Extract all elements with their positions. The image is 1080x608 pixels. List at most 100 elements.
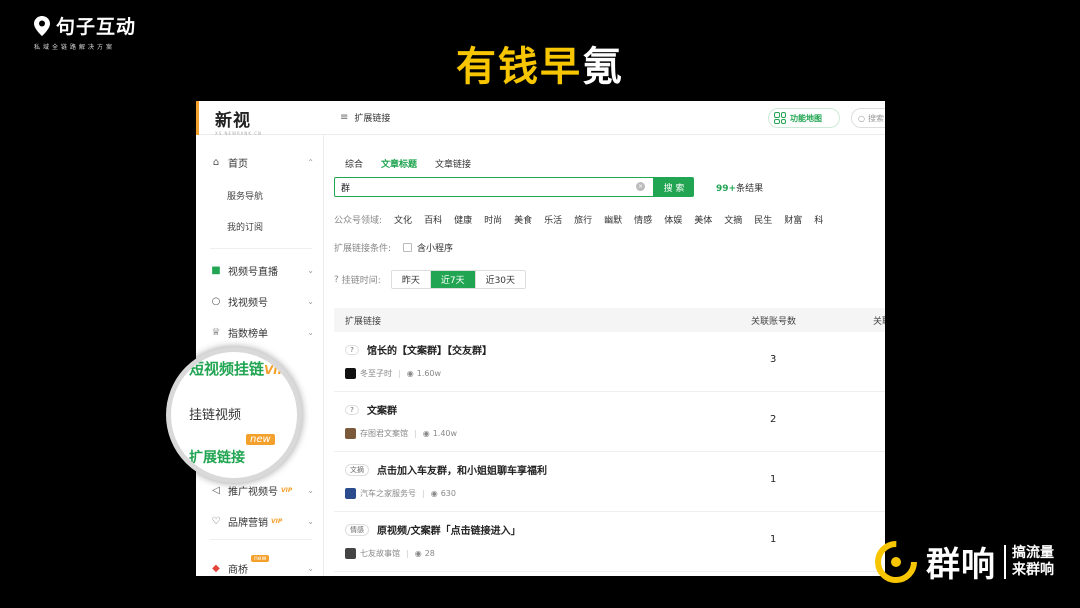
domain-filter: 公众号领域: 文化 百科 健康 时尚 美食 乐活 旅行 幽默 情感 体娱 美体 … [334,213,835,226]
row-views: 1.40w [432,429,458,438]
row-account-count: 1 [770,474,777,485]
search-icon: ○ [211,295,221,307]
result-count-suffix: 条结果 [736,183,764,194]
time-option-30days[interactable]: 近30天 [476,271,525,288]
corner-brand-name: 群响 [926,545,996,585]
domain-option[interactable]: 百科 [424,213,442,226]
link-condition-filter: 扩展链接条件: 含小程序 [334,241,453,254]
search-input[interactable]: 群 × [334,177,654,197]
avatar [345,368,356,379]
result-count: 99+条结果 [716,181,763,194]
function-map-button[interactable]: 功能地图 [768,108,840,128]
domain-option[interactable]: 乐活 [544,213,562,226]
eye-icon: ◉ [430,489,438,498]
table-row[interactable]: ? 文案群 存图君文案馆 | ◉ 1.40w 2 [334,392,885,452]
vip-badge: VIP [264,363,287,377]
time-option-yesterday[interactable]: 昨天 [392,271,431,288]
row-account[interactable]: 冬至子时 [360,368,392,379]
row-title-text[interactable]: 原视频/文案群「点击链接进入」 [377,522,521,537]
domain-option[interactable]: 文摘 [724,213,742,226]
sidebar-divider [210,539,312,540]
domain-option[interactable]: 健康 [454,213,472,226]
separator: | [414,429,417,438]
search-row: 群 × 搜 索 99+条结果 [334,177,763,197]
row-meta: 存图君文案馆 | ◉ 1.40w [345,428,457,439]
domain-option[interactable]: 文化 [394,213,412,226]
avatar [345,488,356,499]
slide-title-rest: 氪 [582,44,624,90]
row-account-count: 2 [770,414,777,425]
column-header-link: 扩展链接 [345,316,382,327]
row-title-text[interactable]: 文案群 [367,402,397,417]
time-filter-label: 挂链时间: [341,276,381,286]
domain-option[interactable]: 科 [814,213,823,226]
tab-article-link[interactable]: 文章链接 [435,157,471,170]
magnified-expand-link[interactable]: 扩展链接 [189,447,245,467]
row-account[interactable]: 存图君文案馆 [360,428,408,439]
sidebar-item-label: 首页 [228,158,248,170]
live-icon: ■ [211,264,221,276]
sidebar-item-home[interactable]: ⌂ 首页 ⌃ [210,152,314,172]
sidebar-item-my-subs[interactable]: 我的订阅 [227,220,263,233]
mini-program-checkbox[interactable] [403,243,413,252]
menu-icon[interactable]: ≡ [340,112,348,123]
domain-option[interactable]: 旅行 [574,213,592,226]
row-views: 1.60w [416,369,442,378]
table-row[interactable]: 情感 原视频/文案群「点击链接进入」 七友故事馆 | ◉ 28 1 [334,512,885,572]
magnified-hang-video[interactable]: 挂链视频 [189,404,241,423]
vip-badge: VIP [281,486,293,494]
clear-icon[interactable]: × [636,182,645,191]
time-option-7days[interactable]: 近7天 [430,271,476,288]
sidebar-item-promote[interactable]: ◁ 推广视频号 VIP ⌄ [210,480,314,500]
domain-option[interactable]: 情感 [634,213,652,226]
tab-article-title[interactable]: 文章标题 [381,157,417,170]
table-row[interactable]: 文摘 点击加入车友群，和小姐姐聊车享福利 汽车之家服务号 | ◉ 630 1 [334,452,885,512]
domain-option[interactable]: 美体 [694,213,712,226]
slide-title-highlight: 有钱早 [456,44,582,90]
location-pin-icon [34,15,50,36]
domain-option[interactable]: 美食 [514,213,532,226]
magnified-short-video-label: 短视频挂链 [189,360,265,378]
row-meta: 冬至子时 | ◉ 1.60w [345,368,441,379]
search-button[interactable]: 搜 索 [654,177,694,197]
eye-icon: ◉ [406,369,414,378]
sidebar-item-find[interactable]: ○ 找视频号 ⌄ [210,291,314,311]
domain-option[interactable]: 体娱 [664,213,682,226]
domain-option[interactable]: 幽默 [604,213,622,226]
sidebar-item-rank[interactable]: ♕ 指数榜单 ⌄ [210,322,314,342]
domain-option[interactable]: 时尚 [484,213,502,226]
sidebar-item-service-nav[interactable]: 服务导航 [227,189,263,202]
chevron-down-icon: ⌄ [307,485,314,495]
header-search-input[interactable]: ○ 搜索 [851,108,885,128]
sidebar-item-live[interactable]: ■ 视频号直播 ⌄ [210,260,314,280]
header-search-placeholder: 搜索 [867,113,884,123]
vip-badge: VIP [271,517,283,525]
row-account[interactable]: 七友故事馆 [360,548,400,559]
app-screen: 新视 XS.NEWRANK.CN ≡ 扩展链接 功能地图 ○ 搜索 ⌂ 首页 ⌃… [196,101,885,576]
table-row[interactable]: ? 馆长的【文案群】【交友群】 冬至子时 | ◉ 1.60w 3 [334,332,885,392]
search-icon: ○ [858,113,865,123]
chevron-down-icon: ⌄ [307,296,314,306]
chevron-down-icon: ⌄ [307,265,314,275]
row-title-text[interactable]: 点击加入车友群，和小姐姐聊车享福利 [377,462,547,477]
question-icon: ? [334,274,339,285]
avatar [345,428,356,439]
row-account[interactable]: 汽车之家服务号 [360,488,416,499]
sidebar-item-label: 指数榜单 [228,328,268,340]
home-icon: ⌂ [212,156,220,168]
tab-all[interactable]: 综合 [345,157,363,170]
row-account-count: 3 [770,354,777,365]
grid-icon [774,112,786,124]
row-title-text[interactable]: 馆长的【文案群】【交友群】 [367,342,492,357]
column-header-accounts[interactable]: 关联账号数 [751,314,796,327]
app-logo[interactable]: 新视 XS.NEWRANK.CN [215,106,262,136]
result-count-number: 99+ [716,183,737,194]
eye-icon: ◉ [422,429,430,438]
sidebar-item-brand[interactable]: ♡ 品牌营销 VIP ⌄ [210,511,314,531]
row-tag: 文摘 [345,463,369,476]
domain-option[interactable]: 财富 [784,213,802,226]
chevron-down-icon: ⌄ [307,563,314,573]
magnified-short-video-link[interactable]: 短视频挂链VIP [189,358,287,379]
column-header-related[interactable]: 关联 [873,314,885,327]
domain-option[interactable]: 民生 [754,213,772,226]
